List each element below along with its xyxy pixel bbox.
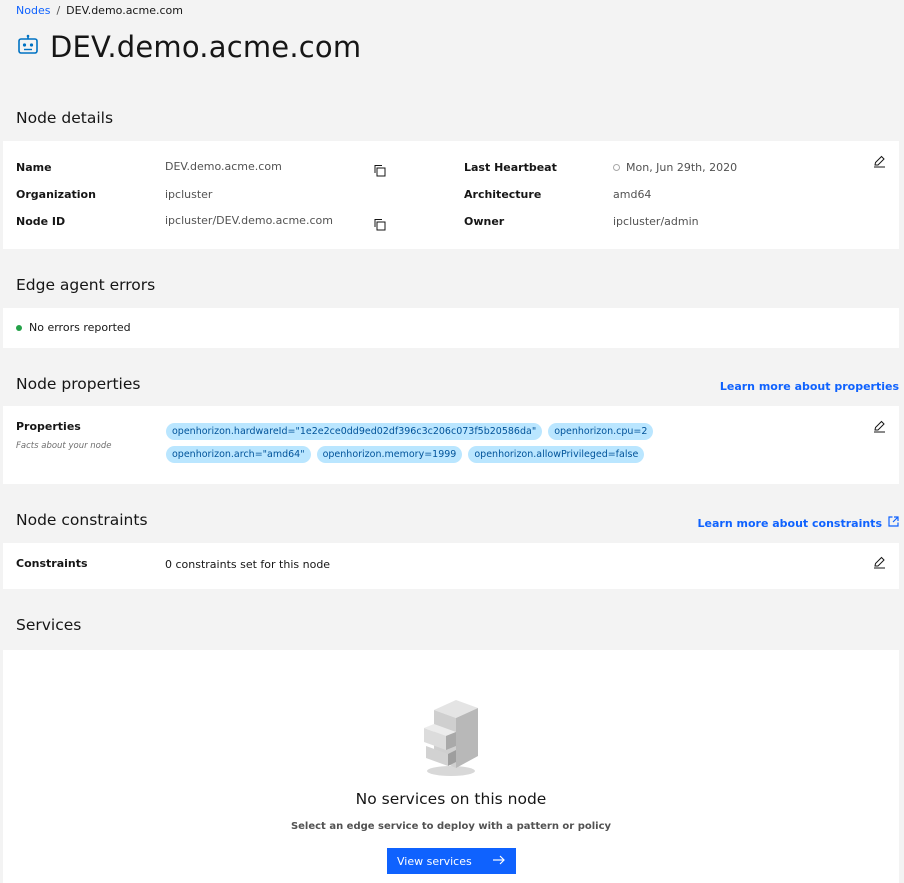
learn-more-properties-link[interactable]: Learn more about properties — [720, 380, 899, 393]
copy-name-icon[interactable] — [373, 162, 387, 177]
services-card: No services on this node Select an edge … — [3, 650, 899, 883]
node-id-value: ipcluster/DEV.demo.acme.com — [165, 214, 333, 227]
name-value: DEV.demo.acme.com — [165, 160, 282, 173]
launch-icon — [888, 516, 899, 530]
empty-state-subtitle: Select an edge service to deploy with a … — [290, 821, 612, 832]
node-constraints-card: Constraints 0 constraints set for this n… — [3, 543, 899, 589]
copy-node-id-icon[interactable] — [373, 216, 387, 231]
node-constraints-title: Node constraints — [16, 511, 148, 529]
organization-label: Organization — [16, 188, 96, 201]
empty-state-title: No services on this node — [355, 790, 547, 808]
property-tag-arch: openhorizon.arch="amd64" — [166, 446, 311, 463]
learn-more-constraints-label: Learn more about constraints — [697, 516, 882, 530]
arrow-right-icon — [492, 855, 506, 868]
agent-errors-title: Edge agent errors — [16, 276, 156, 294]
name-label: Name — [16, 161, 52, 174]
node-details-card: Name DEV.demo.acme.com Organization ipcl… — [3, 141, 899, 249]
agent-errors-card: No errors reported — [3, 308, 899, 348]
constraints-label: Constraints — [16, 557, 88, 570]
properties-label: Properties — [16, 420, 81, 433]
edit-details-icon[interactable] — [873, 153, 887, 168]
view-services-button[interactable]: View services — [387, 848, 516, 874]
node-id-label: Node ID — [16, 215, 66, 228]
property-tag-cpu: openhorizon.cpu=2 — [548, 423, 654, 440]
status-ok-icon — [16, 324, 22, 331]
heartbeat-status-icon — [613, 164, 620, 171]
empty-cabinet-icon — [420, 698, 482, 782]
page-header: DEV.demo.acme.com — [16, 30, 361, 64]
node-properties-card: Properties Facts about your node openhor… — [3, 406, 899, 484]
view-services-label: View services — [397, 854, 472, 868]
architecture-value: amd64 — [613, 188, 652, 201]
constraints-value: 0 constraints set for this node — [165, 558, 331, 571]
agent-status: No errors reported — [16, 321, 131, 334]
heartbeat-value: Mon, Jun 29th, 2020 — [626, 161, 738, 174]
services-title: Services — [16, 616, 82, 634]
breadcrumb-current: DEV.demo.acme.com — [66, 4, 183, 17]
architecture-label: Architecture — [464, 188, 542, 201]
learn-more-constraints-link[interactable]: Learn more about constraints — [698, 516, 899, 530]
property-tag-allowprivileged: openhorizon.allowPrivileged=false — [468, 446, 645, 463]
page-title: DEV.demo.acme.com — [50, 30, 362, 64]
node-details-title: Node details — [16, 109, 114, 127]
owner-value: ipcluster/admin — [613, 215, 699, 228]
edit-constraints-icon[interactable] — [873, 554, 887, 569]
property-tag-memory: openhorizon.memory=1999 — [316, 446, 463, 463]
breadcrumb: Nodes / DEV.demo.acme.com — [16, 4, 183, 17]
agent-status-text: No errors reported — [29, 321, 131, 334]
property-tag-hardwareid: openhorizon.hardwareId="1e2e2ce0dd9ed02d… — [166, 423, 543, 440]
properties-helper: Facts about your node — [16, 441, 112, 451]
robot-icon — [16, 33, 40, 61]
node-properties-title: Node properties — [16, 375, 141, 393]
organization-value: ipcluster — [165, 188, 213, 201]
owner-label: Owner — [464, 215, 505, 228]
breadcrumb-separator: / — [56, 4, 61, 17]
property-tags: openhorizon.hardwareId="1e2e2ce0dd9ed02d… — [166, 423, 666, 463]
heartbeat-label: Last Heartbeat — [464, 161, 557, 174]
heartbeat-value-group: Mon, Jun 29th, 2020 — [613, 161, 737, 174]
breadcrumb-nodes-link[interactable]: Nodes — [16, 4, 50, 17]
edit-properties-icon[interactable] — [873, 418, 887, 433]
